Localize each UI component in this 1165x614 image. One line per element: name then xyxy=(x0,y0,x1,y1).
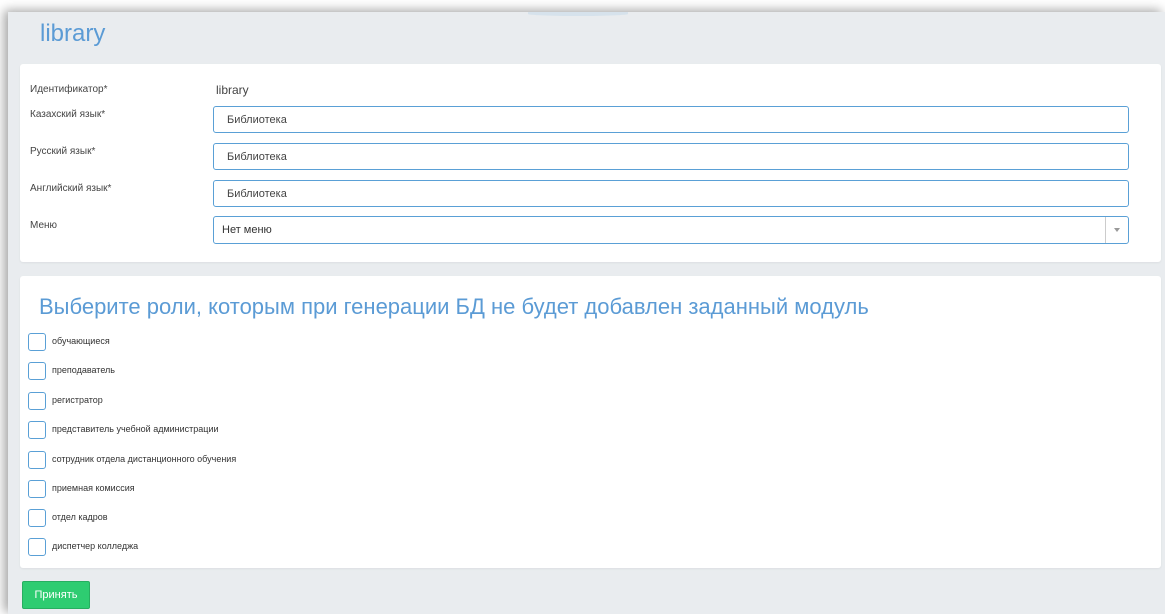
english-input[interactable] xyxy=(213,180,1129,207)
role-label: представитель учебной администрации xyxy=(52,424,219,434)
role-label: преподаватель xyxy=(52,365,115,375)
identifier-label: Идентификатор* xyxy=(30,84,108,95)
menu-select-value: Нет меню xyxy=(222,224,272,236)
role-label: приемная комиссия xyxy=(52,483,135,493)
role-label: отдел кадров xyxy=(52,512,108,522)
role-checkbox[interactable] xyxy=(28,451,46,469)
role-label: диспетчер колледжа xyxy=(52,541,139,551)
submit-button[interactable]: Принять xyxy=(22,581,90,609)
page-title: library xyxy=(40,20,106,47)
role-checkbox[interactable] xyxy=(28,362,46,380)
kazakh-label: Казахский язык* xyxy=(30,109,106,120)
identifier-value: library xyxy=(216,83,249,97)
role-label: регистратор xyxy=(52,395,103,405)
menu-select-toggle[interactable] xyxy=(1105,217,1128,243)
role-checkbox[interactable] xyxy=(28,333,46,351)
russian-input[interactable] xyxy=(213,143,1129,170)
role-checkbox[interactable] xyxy=(28,538,46,556)
app-window: library Идентификатор* library Казахский… xyxy=(8,12,1165,614)
role-checkbox[interactable] xyxy=(28,480,46,498)
menu-select[interactable]: Нет меню xyxy=(213,216,1129,244)
english-label: Английский язык* xyxy=(30,183,112,194)
roles-section-title: Выберите роли, которым при генерации БД … xyxy=(39,294,869,319)
module-fields-card: Идентификатор* library Казахский язык* Р… xyxy=(20,64,1161,262)
chevron-down-icon xyxy=(1114,228,1120,232)
role-checkbox[interactable] xyxy=(28,392,46,410)
role-label: сотрудник отдела дистанционного обучения xyxy=(52,454,237,464)
menu-label: Меню xyxy=(30,220,58,231)
russian-label: Русский язык* xyxy=(30,146,96,157)
role-checkbox[interactable] xyxy=(28,421,46,439)
role-checkbox[interactable] xyxy=(28,509,46,527)
kazakh-input[interactable] xyxy=(213,106,1129,133)
top-glow-decoration xyxy=(528,12,628,16)
roles-card: Выберите роли, которым при генерации БД … xyxy=(20,276,1161,568)
role-label: обучающиеся xyxy=(52,336,110,346)
